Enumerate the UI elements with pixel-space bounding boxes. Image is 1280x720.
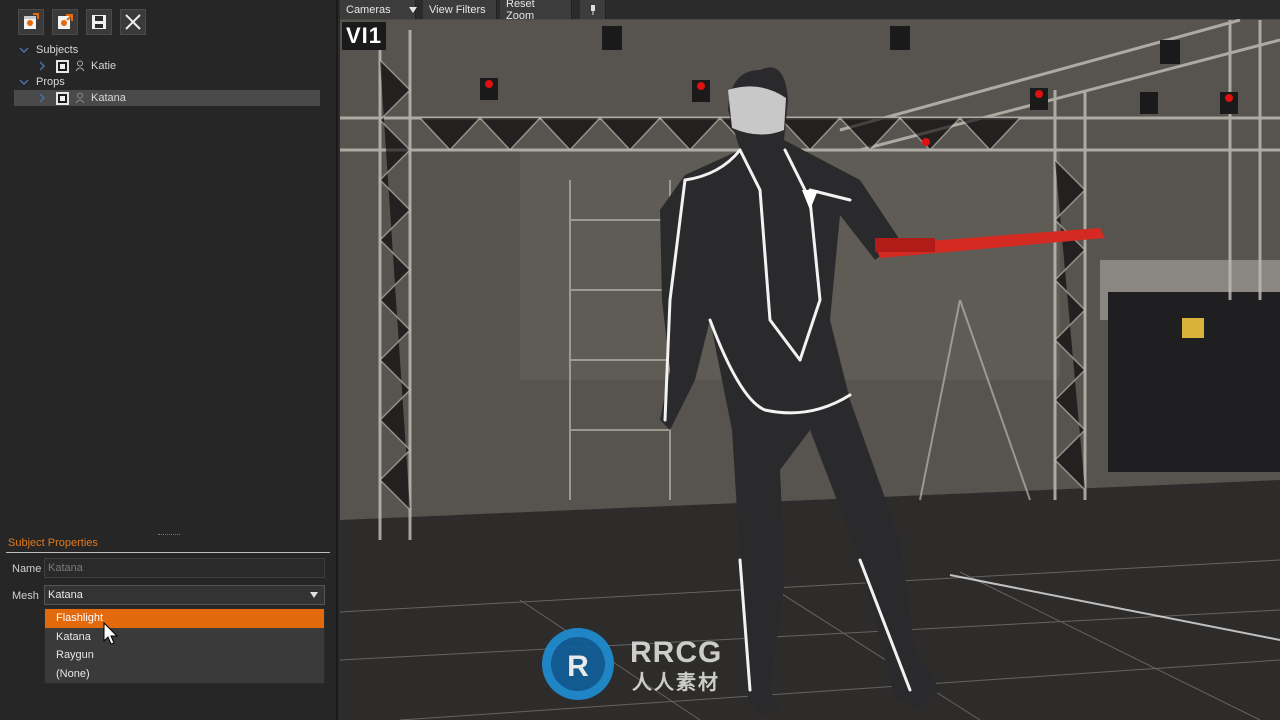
cameras-label: Cameras <box>346 3 391 16</box>
capture-stage-scene: R <box>340 18 1280 720</box>
close-button[interactable] <box>120 9 146 35</box>
mouse-cursor-icon <box>103 622 119 645</box>
svg-text:R: R <box>567 650 589 683</box>
visibility-checkbox[interactable] <box>56 91 69 105</box>
export-subject-button[interactable] <box>52 9 78 35</box>
panel-splitter-handle[interactable] <box>158 534 180 537</box>
tree-item-label: Katie <box>91 60 117 72</box>
mesh-option-flashlight[interactable]: Flashlight <box>45 609 324 628</box>
chevron-down-icon[interactable] <box>310 592 318 598</box>
save-icon <box>92 15 106 29</box>
panel-divider[interactable] <box>336 0 338 720</box>
divider <box>6 552 330 553</box>
mesh-option-none[interactable]: (None) <box>45 665 324 684</box>
view-label: VI1 <box>342 22 387 50</box>
cameras-dropdown[interactable]: Cameras <box>340 0 417 19</box>
tree-group-props[interactable]: Props <box>14 74 320 90</box>
tree-item-label: Katana <box>91 92 126 104</box>
3d-viewport[interactable]: R Cameras View Filters Reset Zoom VI1 RR… <box>340 0 1280 720</box>
subject-properties-title: Subject Properties <box>8 537 98 549</box>
mesh-option-katana[interactable]: Katana <box>45 628 324 647</box>
tree-item-katie[interactable]: Katie <box>14 58 320 74</box>
close-icon <box>125 14 141 30</box>
left-panel: Subjects Katie Props Katana Subject Prop… <box>0 0 338 720</box>
chevron-down-icon[interactable] <box>18 44 30 56</box>
viewport-toolbar: Cameras View Filters Reset Zoom <box>340 0 1280 22</box>
mesh-label: Mesh <box>12 590 39 602</box>
visibility-checkbox[interactable] <box>56 59 69 73</box>
chevron-right-icon[interactable] <box>36 92 48 104</box>
name-label: Name <box>12 563 42 575</box>
mesh-select-value: Katana <box>48 589 83 601</box>
tree-group-label: Props <box>36 76 65 88</box>
mesh-select[interactable]: Katana <box>44 585 325 605</box>
tree-group-subjects[interactable]: Subjects <box>14 42 320 58</box>
chevron-right-icon[interactable] <box>36 60 48 72</box>
import-subject-icon <box>24 13 39 29</box>
chevron-down-icon[interactable] <box>408 6 417 13</box>
person-icon <box>75 60 85 72</box>
view-filters-button[interactable]: View Filters <box>423 0 497 19</box>
subject-tree: Subjects Katie Props Katana <box>14 42 320 106</box>
pin-button[interactable] <box>580 0 606 19</box>
name-field: Katana <box>44 558 325 578</box>
import-subject-button[interactable] <box>18 9 44 35</box>
subject-toolbar <box>18 9 146 35</box>
reset-zoom-button[interactable]: Reset Zoom <box>500 0 572 22</box>
save-button[interactable] <box>86 9 112 35</box>
export-subject-icon <box>58 14 73 29</box>
pin-icon <box>590 4 595 15</box>
tree-group-label: Subjects <box>36 44 79 56</box>
watermark-subtext: 人人素材 <box>632 672 720 694</box>
mesh-option-raygun[interactable]: Raygun <box>45 646 324 665</box>
mesh-dropdown-list: Flashlight Katana Raygun (None) <box>44 608 325 684</box>
tree-item-katana[interactable]: Katana <box>14 90 320 106</box>
chevron-down-icon[interactable] <box>18 76 30 88</box>
watermark-text: RRCG <box>630 636 723 669</box>
person-icon <box>75 92 85 104</box>
